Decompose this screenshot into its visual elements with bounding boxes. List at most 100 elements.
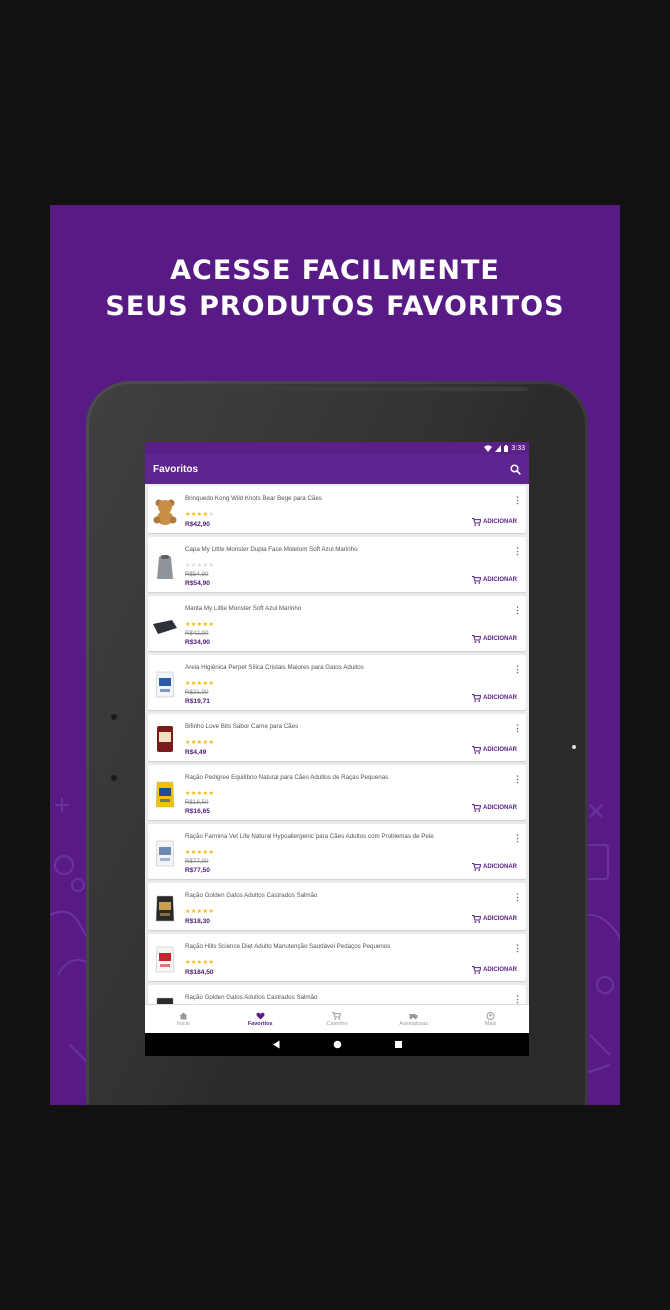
more-options-icon[interactable]: ⋮	[513, 775, 522, 784]
product-image[interactable]	[152, 610, 178, 640]
more-options-icon[interactable]: ⋮	[513, 893, 522, 902]
product-image[interactable]	[152, 669, 178, 699]
recents-icon[interactable]	[394, 1040, 403, 1049]
product-image[interactable]	[152, 496, 178, 526]
cart-icon	[472, 915, 481, 923]
product-price: R$184,50	[185, 969, 214, 976]
product-image[interactable]	[152, 779, 178, 809]
status-time: 3:33	[511, 444, 525, 452]
nav-item-heart[interactable]: Favoritos	[222, 1005, 299, 1033]
product-card[interactable]: Brinquedo Kong Wild Knots Bear Bege para…	[148, 486, 526, 533]
more-options-icon[interactable]: ⋮	[513, 724, 522, 733]
more-options-icon[interactable]: ⋮	[513, 944, 522, 953]
product-name[interactable]: Bifinho Love Bits Sabor Carne para Cães	[185, 723, 505, 730]
product-name[interactable]: Brinquedo Kong Wild Knots Bear Bege para…	[185, 495, 505, 502]
add-to-cart-button[interactable]: ADICIONAR	[472, 746, 517, 754]
nav-item-cart[interactable]: Carrinho	[299, 1005, 376, 1033]
tablet-camera	[572, 745, 576, 749]
cart-icon	[332, 1011, 342, 1020]
subscription-icon	[409, 1013, 418, 1019]
nav-item-home[interactable]: Início	[145, 1005, 222, 1033]
more-options-icon[interactable]: ⋮	[513, 995, 522, 1004]
cart-icon	[472, 576, 481, 584]
litter-bag-icon	[155, 671, 175, 698]
product-image[interactable]	[152, 551, 178, 581]
add-to-cart-button[interactable]: ADICIONAR	[472, 966, 517, 974]
add-to-cart-button[interactable]: ADICIONAR	[472, 694, 517, 702]
old-price: R$18,50	[185, 799, 209, 806]
home-icon	[179, 1012, 188, 1019]
add-to-cart-button[interactable]: ADICIONAR	[472, 576, 517, 584]
nav-label: Assinaturas	[399, 1020, 429, 1027]
bottom-navigation: Início Favoritos Carrinho Assinaturas Mais	[145, 1004, 529, 1033]
blanket-icon	[153, 620, 177, 636]
product-name[interactable]: Ração Farmina Vet Life Natural Hypoaller…	[185, 833, 505, 840]
product-card[interactable]: Ração Pedigree Equilíbrio Natural para C…	[148, 765, 526, 820]
add-to-cart-button[interactable]: ADICIONAR	[472, 915, 517, 923]
more-options-icon[interactable]: ⋮	[513, 665, 522, 674]
nav-label: Favoritos	[247, 1020, 273, 1027]
teddy-bear-icon	[153, 499, 177, 525]
app-bar: Favoritos	[145, 454, 529, 484]
tablet-sensor	[111, 775, 117, 781]
product-card[interactable]: Areia Higiênica Perpet Sílica Cristais M…	[148, 655, 526, 710]
product-name[interactable]: Ração Golden Gatos Adultos Castrados Sal…	[185, 892, 505, 899]
add-to-cart-button[interactable]: ADICIONAR	[472, 804, 517, 812]
cart-icon	[472, 518, 481, 526]
product-image[interactable]	[152, 893, 178, 923]
status-bar: 3:33	[145, 442, 529, 454]
product-image[interactable]	[152, 838, 178, 868]
rating-stars: ★★★★★	[185, 740, 215, 746]
more-options-icon[interactable]: ⋮	[513, 606, 522, 615]
cat-food-bag-icon	[155, 895, 175, 922]
product-price: R$16,65	[185, 808, 210, 815]
product-image[interactable]	[152, 944, 178, 974]
product-image[interactable]	[152, 724, 178, 754]
add-to-cart-button[interactable]: ADICIONAR	[472, 635, 517, 643]
nav-label: Carrinho	[326, 1020, 348, 1027]
hills-food-bag-icon	[155, 946, 175, 973]
more-options-icon[interactable]: ⋮	[513, 547, 522, 556]
product-price: R$34,90	[185, 639, 210, 646]
search-icon[interactable]	[510, 463, 521, 475]
product-image[interactable]	[152, 995, 178, 1004]
product-name[interactable]: Ração Pedigree Equilíbrio Natural para C…	[185, 774, 505, 781]
product-card[interactable]: Ração Golden Gatos Adultos Castrados Sal…	[148, 985, 526, 1004]
more-options-icon[interactable]: ⋮	[513, 834, 522, 843]
old-price: R$21,90	[185, 689, 209, 696]
favorites-list: Brinquedo Kong Wild Knots Bear Bege para…	[145, 484, 529, 1004]
product-name[interactable]: Ração Golden Gatos Adultos Castrados Sal…	[185, 994, 505, 1001]
rating-stars: ★★★★★	[185, 850, 215, 856]
cart-icon	[472, 863, 481, 871]
page-title: Favoritos	[153, 463, 199, 475]
heart-icon	[256, 1012, 265, 1019]
product-name[interactable]: Manta My Little Monster Soft Azul Marinh…	[185, 605, 505, 612]
rating-stars: ★★★★★	[185, 960, 215, 966]
nav-item-subscription[interactable]: Assinaturas	[375, 1005, 452, 1033]
more-options-icon[interactable]: ⋮	[513, 496, 522, 505]
more-user-icon	[486, 1011, 495, 1020]
back-icon[interactable]	[272, 1040, 281, 1049]
cat-food-bag-icon	[156, 997, 174, 1004]
cart-icon	[472, 694, 481, 702]
nav-label: Início	[176, 1020, 190, 1027]
product-card[interactable]: Ração Hills Science Diet Adulto Manutenç…	[148, 934, 526, 981]
product-card[interactable]: Capa My Little Monster Dupla Face Moleto…	[148, 537, 526, 592]
product-name[interactable]: Areia Higiênica Perpet Sílica Cristais M…	[185, 664, 505, 671]
product-card[interactable]: Ração Farmina Vet Life Natural Hypoaller…	[148, 824, 526, 879]
product-card[interactable]: Manta My Little Monster Soft Azul Marinh…	[148, 596, 526, 651]
nav-item-more-user[interactable]: Mais	[452, 1005, 529, 1033]
rating-stars: ★★★★★	[185, 512, 215, 518]
home-circle-icon[interactable]	[333, 1040, 342, 1049]
add-to-cart-button[interactable]: ADICIONAR	[472, 518, 517, 526]
tablet-sensor	[111, 714, 117, 720]
product-card[interactable]: Ração Golden Gatos Adultos Castrados Sal…	[148, 883, 526, 930]
product-name[interactable]: Ração Hills Science Diet Adulto Manutenç…	[185, 943, 505, 950]
product-name[interactable]: Capa My Little Monster Dupla Face Moleto…	[185, 546, 505, 553]
product-price: R$42,90	[185, 521, 210, 528]
cart-icon	[472, 635, 481, 643]
product-card[interactable]: Bifinho Love Bits Sabor Carne para Cães ⋮…	[148, 714, 526, 761]
product-price: R$19,71	[185, 698, 210, 705]
add-to-cart-button[interactable]: ADICIONAR	[472, 863, 517, 871]
pet-coat-icon	[157, 555, 173, 579]
